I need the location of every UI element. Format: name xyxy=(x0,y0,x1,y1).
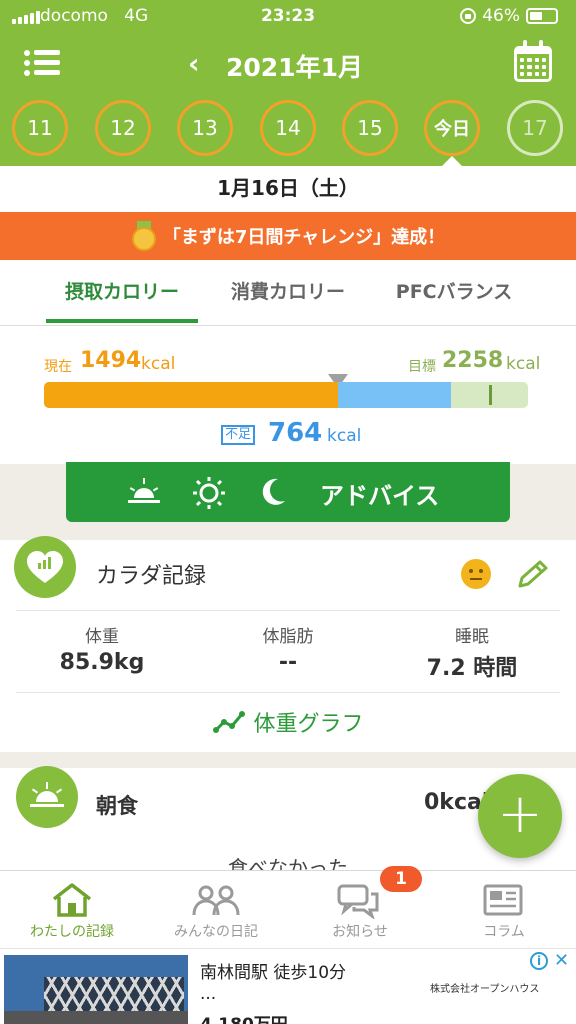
tab-column-label: コラム xyxy=(483,924,525,940)
ad-price: 4,180万円 xyxy=(200,1010,288,1024)
current-value: 1494 xyxy=(80,348,142,373)
tab-column[interactable]: コラム xyxy=(432,871,576,949)
banner-text: 「まずは7日間チャレンジ」達成！ xyxy=(162,227,446,248)
ad-close-icon[interactable]: ✕ xyxy=(554,950,569,971)
calendar-icon[interactable] xyxy=(514,40,552,82)
breakfast-badge xyxy=(16,766,78,828)
body-record-badge xyxy=(14,536,76,598)
current-fill xyxy=(44,382,338,408)
medal-icon xyxy=(131,221,157,251)
day-17[interactable]: 17 xyxy=(507,100,563,156)
tab-pfc-balance[interactable]: PFCバランス xyxy=(378,260,530,326)
selected-date: 1月16日（土） xyxy=(0,166,576,212)
home-icon xyxy=(52,883,92,917)
app-screen: docomo 4G 23:23 46% ‹ 2021年1月 11 12 13 1… xyxy=(0,0,576,1024)
notification-badge: 1 xyxy=(380,866,422,892)
goal-line xyxy=(489,385,492,405)
shortage-unit: kcal xyxy=(327,426,362,446)
selected-day-pointer xyxy=(442,156,462,166)
tab-everyone-diary-label: みんなの日記 xyxy=(174,924,258,940)
previous-month-icon[interactable]: ‹ xyxy=(188,50,208,78)
weight-graph-label: 体重グラフ xyxy=(253,712,364,737)
day-15[interactable]: 15 xyxy=(342,100,398,156)
tab-my-records-label: わたしの記録 xyxy=(30,924,114,940)
current-label: 現在 xyxy=(44,359,72,375)
mood-face-icon[interactable] xyxy=(461,559,491,589)
divider xyxy=(16,610,560,611)
tab-my-records[interactable]: わたしの記録 xyxy=(0,871,144,949)
tab-notifications-label: お知らせ xyxy=(332,924,388,940)
body-record-title: カラダ記録 xyxy=(96,564,207,589)
shortage-value: 764 xyxy=(268,418,323,448)
status-right: 46% xyxy=(460,6,558,26)
breakfast-title: 朝食 xyxy=(96,794,138,818)
month-title: 2021年1月 xyxy=(226,53,363,82)
calorie-progress-bar xyxy=(44,382,528,408)
edit-pencil-icon[interactable] xyxy=(514,558,550,592)
day-today[interactable]: 今日 xyxy=(424,100,480,156)
goal-unit: kcal xyxy=(506,354,541,374)
advice-button[interactable]: アドバイス xyxy=(66,462,510,522)
weight-label: 体重 xyxy=(85,627,119,647)
shortage-fill xyxy=(338,382,451,408)
sunrise-icon xyxy=(30,782,64,807)
body-fat-value[interactable]: -- xyxy=(192,650,384,675)
add-button[interactable]: + xyxy=(478,774,562,858)
challenge-banner[interactable]: 「まずは7日間チャレンジ」達成！ xyxy=(0,212,576,260)
status-bar: docomo 4G 23:23 46% xyxy=(0,0,576,34)
weight-value[interactable]: 85.9kg xyxy=(6,650,198,675)
orientation-lock-icon xyxy=(460,8,477,24)
weight-graph-link[interactable]: 体重グラフ xyxy=(0,706,576,738)
newspaper-icon xyxy=(483,884,523,916)
ad-ellipsis: ... xyxy=(200,984,217,1004)
ad-title[interactable]: 南林間駅 徒歩10分 xyxy=(200,958,346,983)
menu-icon[interactable] xyxy=(24,46,60,80)
ad-info-icon[interactable]: i xyxy=(530,952,548,970)
day-11[interactable]: 11 xyxy=(12,100,68,156)
moon-icon xyxy=(262,478,285,505)
body-fat-label: 体脂肪 xyxy=(262,627,314,647)
current-unit: kcal xyxy=(141,354,176,374)
tab-burned-calories[interactable]: 消費カロリー xyxy=(212,260,364,326)
bottom-tab-bar: わたしの記録 みんなの日記 お知らせ コラム xyxy=(0,870,576,948)
battery-icon xyxy=(526,8,558,24)
advice-label: アドバイス xyxy=(320,482,440,510)
tab-intake-calories[interactable]: 摂取カロリー xyxy=(46,260,198,326)
goal-value: 2258 xyxy=(442,348,504,373)
day-13[interactable]: 13 xyxy=(177,100,233,156)
sleep-value[interactable]: 7.2 時間 xyxy=(376,650,568,682)
sun-icon xyxy=(193,477,225,509)
tab-everyone-diary[interactable]: みんなの日記 xyxy=(144,871,288,949)
sunrise-icon xyxy=(128,478,160,503)
battery-percent: 46% xyxy=(482,6,520,26)
people-icon xyxy=(192,885,240,916)
day-14[interactable]: 14 xyxy=(260,100,316,156)
calorie-tabs: 摂取カロリー 消費カロリー PFCバランス xyxy=(0,260,576,326)
divider xyxy=(16,692,560,693)
day-12[interactable]: 12 xyxy=(95,100,151,156)
heart-chart-icon xyxy=(27,551,63,583)
line-graph-icon xyxy=(213,711,246,733)
goal-label: 目標 xyxy=(408,359,436,375)
calorie-card: 現在 1494 kcal 目標 2258 kcal 不足 764 kcal xyxy=(0,326,576,464)
ad-image[interactable] xyxy=(4,955,188,1024)
day-selector: 11 12 13 14 15 今日 17 xyxy=(0,100,576,156)
chat-bubbles-icon xyxy=(337,884,379,919)
sleep-label: 睡眠 xyxy=(455,627,489,647)
ad-company: 株式会社オープンハウス xyxy=(430,984,540,995)
header: docomo 4G 23:23 46% ‹ 2021年1月 11 12 13 1… xyxy=(0,0,576,166)
shortage-label: 不足 xyxy=(221,425,256,445)
active-tab-indicator xyxy=(46,319,198,323)
